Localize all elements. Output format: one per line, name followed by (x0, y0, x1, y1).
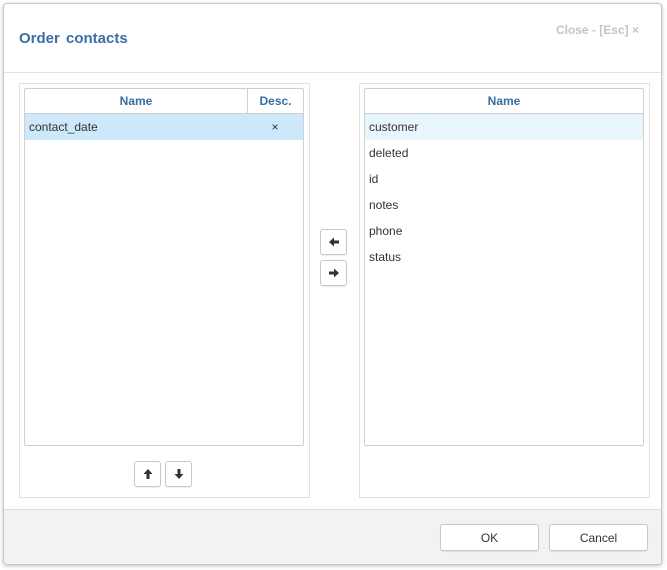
field-name-cell: deleted (369, 146, 409, 160)
field-name-cell: customer (369, 120, 419, 134)
available-grid-header: Name (365, 89, 643, 114)
arrow-right-icon (328, 268, 339, 278)
move-right-button[interactable] (320, 260, 347, 286)
dialog-header: Order contacts Close - [Esc] × (4, 4, 661, 73)
table-row[interactable]: id (365, 166, 643, 192)
arrow-down-icon (174, 469, 183, 479)
field-name-cell: contact_date (29, 120, 98, 134)
arrow-left-icon (328, 237, 339, 247)
move-left-button[interactable] (320, 229, 347, 255)
available-fields-grid: Name customer deleted id notes phone sta… (364, 88, 644, 446)
table-row[interactable]: customer (365, 114, 643, 140)
field-name-cell: notes (369, 198, 399, 212)
field-name-cell: phone (369, 224, 403, 238)
order-contacts-dialog: Order contacts Close - [Esc] × Name Desc… (3, 3, 662, 565)
dialog-footer: OK Cancel (4, 509, 661, 564)
column-header-name[interactable]: Name (365, 89, 643, 113)
table-row[interactable]: phone (365, 218, 643, 244)
field-name-cell: id (369, 172, 379, 186)
close-button[interactable]: Close - [Esc] × (556, 23, 639, 37)
order-fields-grid: Name Desc. contact_date × (24, 88, 304, 446)
table-row[interactable]: contact_date × (25, 114, 303, 140)
move-up-button[interactable] (134, 461, 161, 487)
available-fields-panel: Name customer deleted id notes phone sta… (359, 83, 650, 498)
arrow-up-icon (143, 469, 152, 479)
table-row[interactable]: deleted (365, 140, 643, 166)
dialog-title: Order contacts (19, 30, 128, 47)
move-down-button[interactable] (165, 461, 192, 487)
column-header-name[interactable]: Name (25, 89, 247, 113)
ok-button[interactable]: OK (440, 524, 539, 551)
field-name-cell: status (369, 250, 402, 264)
cancel-button[interactable]: Cancel (549, 524, 648, 551)
column-header-desc[interactable]: Desc. (247, 89, 303, 113)
table-row[interactable]: notes (365, 192, 643, 218)
table-row[interactable]: status (365, 244, 643, 270)
order-fields-panel: Name Desc. contact_date × (19, 83, 310, 498)
order-grid-header: Name Desc. (25, 89, 303, 114)
desc-toggle[interactable]: × (247, 114, 303, 140)
